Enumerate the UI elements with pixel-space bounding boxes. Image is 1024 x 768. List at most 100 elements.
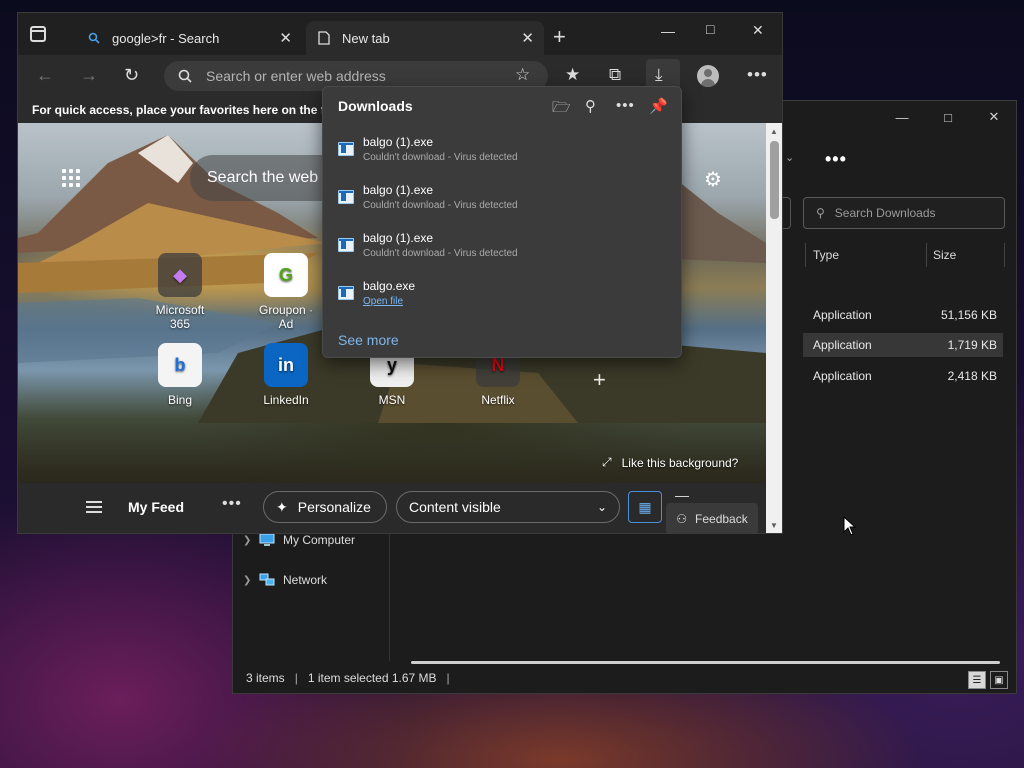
profile-avatar[interactable] bbox=[697, 65, 719, 87]
nav-item-label: Network bbox=[283, 573, 328, 587]
quick-link-microsoft-365[interactable]: ◆ Microsoft 365 bbox=[145, 253, 215, 331]
file-row[interactable]: Application 2,418 KB bbox=[803, 364, 1003, 388]
download-file-name: balgo.exe bbox=[363, 279, 416, 293]
quick-link-groupon[interactable]: G Groupon · Ad bbox=[251, 253, 321, 331]
close-icon[interactable]: ✕ bbox=[279, 29, 292, 47]
personalize-button[interactable]: ✦ Personalize bbox=[263, 491, 387, 523]
search-icon bbox=[88, 32, 100, 44]
like-background-button[interactable]: ⤢ Like this background? bbox=[602, 455, 738, 470]
executable-file-icon bbox=[338, 190, 354, 204]
quick-link-label: Groupon · Ad bbox=[258, 303, 314, 331]
quick-link-bing[interactable]: b Bing bbox=[145, 343, 215, 407]
bing-icon: b bbox=[158, 343, 202, 387]
file-type: Application bbox=[813, 369, 872, 383]
page-icon bbox=[318, 31, 330, 45]
download-item[interactable]: balgo (1).exe Couldn't download - Virus … bbox=[338, 227, 668, 267]
feed-more-icon[interactable]: ••• bbox=[222, 495, 242, 513]
favorites-icon[interactable]: ★ bbox=[565, 65, 580, 85]
minimize-button[interactable]: — bbox=[661, 23, 675, 39]
explorer-navigation-pane: ❯ My Computer ❯ Network bbox=[233, 521, 390, 661]
feed-toolbar: My Feed ••• ✦ Personalize Content visibl… bbox=[18, 483, 766, 533]
explorer-status-bar: 3 items | 1 item selected 1.67 MB | bbox=[233, 663, 1016, 693]
explorer-search-placeholder: Search Downloads bbox=[834, 206, 936, 220]
file-row[interactable]: Application 1,719 KB bbox=[803, 333, 1003, 357]
settings-more-icon[interactable]: ••• bbox=[747, 65, 768, 85]
personalize-label: Personalize bbox=[297, 499, 371, 515]
open-file-link[interactable]: Open file bbox=[363, 296, 403, 307]
collections-icon[interactable]: ⧉ bbox=[609, 65, 621, 85]
close-icon[interactable]: ✕ bbox=[521, 29, 534, 47]
close-window-button[interactable]: ✕ bbox=[752, 22, 764, 39]
content-visibility-dropdown[interactable]: Content visible ⌄ bbox=[396, 491, 620, 523]
explorer-search-input[interactable]: ⚲ Search Downloads bbox=[803, 197, 1005, 229]
file-type: Application bbox=[813, 308, 872, 322]
tab-new-tab[interactable]: New tab ✕ bbox=[306, 21, 544, 55]
column-separator[interactable] bbox=[1004, 243, 1005, 267]
maximize-button[interactable]: □ bbox=[706, 21, 714, 37]
download-icon: ⤓ bbox=[655, 65, 663, 84]
open-folder-icon[interactable]: 🗁 bbox=[552, 97, 571, 122]
add-favorite-icon[interactable]: ☆ bbox=[515, 65, 530, 85]
scrollbar-thumb[interactable] bbox=[770, 141, 779, 219]
forward-arrow-icon[interactable]: → bbox=[80, 65, 98, 86]
download-item[interactable]: balgo (1).exe Couldn't download - Virus … bbox=[338, 131, 668, 171]
pin-icon[interactable]: 📌 bbox=[649, 97, 668, 115]
apps-grid-icon[interactable] bbox=[62, 169, 80, 187]
column-separator[interactable] bbox=[805, 243, 806, 267]
tab-actions-icon[interactable] bbox=[30, 26, 46, 42]
explorer-more-options-button[interactable]: ••• bbox=[825, 149, 847, 170]
microsoft-365-icon: ◆ bbox=[158, 253, 202, 297]
quick-link-label: Microsoft 365 bbox=[155, 303, 205, 331]
list-layout-icon[interactable]: — bbox=[665, 485, 699, 505]
download-file-name: balgo (1).exe bbox=[363, 135, 434, 149]
vertical-scrollbar[interactable]: ▲ ▼ bbox=[766, 123, 782, 533]
sparkle-icon: ✦ bbox=[276, 498, 288, 515]
executable-file-icon bbox=[338, 286, 354, 300]
download-item[interactable]: balgo.exe Open file bbox=[338, 275, 668, 315]
file-row[interactable]: Application 51,156 KB bbox=[803, 303, 1003, 327]
tab-google-search[interactable]: google>fr - Search ✕ bbox=[76, 21, 302, 55]
download-file-name: balgo (1).exe bbox=[363, 231, 434, 245]
status-selection: 1 item selected 1.67 MB bbox=[307, 671, 437, 685]
scroll-down-icon[interactable]: ▼ bbox=[770, 521, 778, 530]
details-view-icon[interactable]: ☰ bbox=[968, 671, 986, 689]
chevron-right-icon[interactable]: ❯ bbox=[243, 535, 251, 546]
add-quick-link-button[interactable]: + bbox=[593, 367, 606, 393]
refresh-icon[interactable]: ↻ bbox=[124, 65, 139, 86]
see-more-link[interactable]: See more bbox=[338, 332, 399, 348]
download-status: Couldn't download - Virus detected bbox=[363, 200, 518, 211]
chevron-down-icon: ⌄ bbox=[596, 500, 607, 514]
column-header-type[interactable]: Type bbox=[813, 239, 839, 271]
feedback-button[interactable]: ⚇ Feedback bbox=[666, 503, 758, 533]
quick-link-label: MSN bbox=[378, 393, 406, 407]
grid-layout-icon[interactable]: ▦ bbox=[628, 491, 662, 523]
tab-strip: google>fr - Search ✕ New tab ✕ + — □ ✕ bbox=[18, 13, 782, 55]
explorer-minimize-button[interactable]: — bbox=[879, 101, 925, 133]
menu-icon[interactable] bbox=[86, 501, 102, 513]
back-arrow-icon[interactable]: ← bbox=[36, 65, 54, 86]
page-settings-gear-icon[interactable]: ⚙ bbox=[704, 167, 722, 192]
tiles-view-icon[interactable]: ▣ bbox=[990, 671, 1008, 689]
new-tab-button[interactable]: + bbox=[553, 24, 566, 50]
explorer-close-button[interactable]: ✕ bbox=[971, 101, 1017, 133]
column-separator[interactable] bbox=[926, 243, 927, 267]
explorer-maximize-button[interactable]: □ bbox=[925, 101, 971, 133]
file-size: 51,156 KB bbox=[940, 308, 997, 322]
chevron-down-icon[interactable]: ⌄ bbox=[785, 151, 794, 164]
download-item[interactable]: balgo (1).exe Couldn't download - Virus … bbox=[338, 179, 668, 219]
nav-item-network[interactable]: ❯ Network bbox=[243, 569, 327, 591]
more-options-icon[interactable]: ••• bbox=[616, 97, 635, 114]
quick-link-label: LinkedIn bbox=[263, 393, 309, 407]
feed-title[interactable]: My Feed bbox=[128, 499, 184, 515]
column-header-size[interactable]: Size bbox=[933, 239, 956, 271]
mouse-pointer-icon bbox=[843, 516, 857, 536]
quick-link-linkedin[interactable]: in LinkedIn bbox=[251, 343, 321, 407]
view-toggle-group: ☰ ▣ bbox=[968, 671, 1008, 689]
scroll-up-icon[interactable]: ▲ bbox=[770, 127, 778, 136]
search-icon: ⚲ bbox=[816, 206, 825, 220]
nav-item-label: My Computer bbox=[283, 533, 356, 547]
downloads-title: Downloads bbox=[338, 98, 413, 114]
chevron-right-icon[interactable]: ❯ bbox=[243, 575, 251, 586]
content-visible-label: Content visible bbox=[409, 499, 501, 515]
search-icon[interactable]: ⚲ bbox=[585, 97, 596, 115]
